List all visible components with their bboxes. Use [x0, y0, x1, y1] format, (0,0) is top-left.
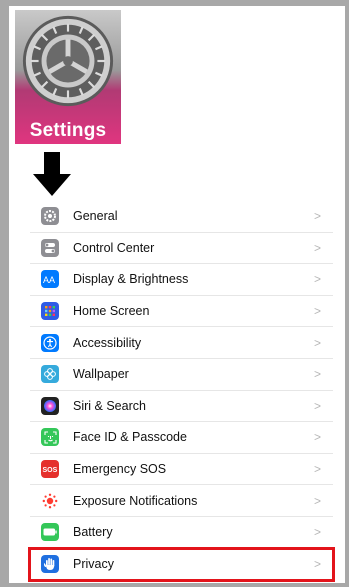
app-icon-label: Settings: [29, 120, 107, 141]
siri-icon: [41, 396, 59, 415]
settings-row-label: Emergency SOS: [73, 462, 167, 477]
chevron-right-icon: >: [313, 462, 321, 477]
settings-app-icon[interactable]: Settings: [15, 10, 121, 144]
settings-row-battery[interactable]: Battery >: [30, 517, 333, 549]
settings-row-label: Accessibility: [73, 335, 142, 350]
settings-row-control-center[interactable]: Control Center >: [30, 233, 333, 265]
sos-icon: SOS: [41, 460, 59, 479]
grid-icon: [41, 302, 59, 321]
settings-row-face-id[interactable]: Face ID & Passcode >: [30, 422, 333, 454]
settings-row-privacy[interactable]: Privacy >: [28, 546, 335, 583]
chevron-right-icon: >: [313, 209, 321, 224]
exposure-icon: [41, 491, 59, 510]
chevron-right-icon: >: [313, 556, 321, 571]
settings-row-emergency-sos[interactable]: SOS Emergency SOS >: [30, 454, 333, 486]
chevron-right-icon: >: [313, 525, 321, 540]
face-id-icon: [41, 428, 59, 447]
flower-icon: [41, 365, 59, 384]
chevron-right-icon: >: [313, 240, 321, 255]
settings-row-label: Home Screen: [73, 304, 150, 319]
battery-icon: [41, 523, 59, 542]
settings-row-label: Display & Brightness: [73, 272, 189, 287]
chevron-right-icon: >: [313, 367, 321, 382]
settings-row-label: Siri & Search: [73, 398, 146, 413]
settings-row-label: Wallpaper: [73, 367, 129, 382]
chevron-right-icon: >: [313, 335, 321, 350]
settings-row-general[interactable]: General >: [30, 201, 333, 233]
arrow-down-icon: [33, 152, 71, 196]
svg-text:AA: AA: [43, 275, 55, 284]
settings-row-accessibility[interactable]: Accessibility >: [30, 327, 333, 359]
settings-row-label: Exposure Notifications: [73, 493, 198, 508]
settings-row-label: Face ID & Passcode: [73, 430, 187, 445]
settings-row-label: Control Center: [73, 240, 155, 255]
chevron-right-icon: >: [313, 398, 321, 413]
text-size-icon: AA: [41, 270, 59, 289]
chevron-right-icon: >: [313, 304, 321, 319]
settings-list: General > Control Center > AA Display & …: [28, 201, 335, 583]
settings-row-wallpaper[interactable]: Wallpaper >: [30, 359, 333, 391]
settings-row-exposure-notifications[interactable]: Exposure Notifications >: [30, 485, 333, 517]
settings-row-home-screen[interactable]: Home Screen >: [30, 296, 333, 328]
settings-row-label: General: [73, 209, 118, 224]
hand-icon: [41, 554, 59, 573]
gear-icon: [41, 207, 59, 226]
gear-icon: [22, 15, 114, 107]
toggles-icon: [41, 238, 59, 257]
settings-row-label: Privacy: [73, 556, 114, 571]
settings-row-display-brightness[interactable]: AA Display & Brightness >: [30, 264, 333, 296]
accessibility-icon: [41, 333, 59, 352]
settings-row-label: Battery: [73, 525, 113, 540]
chevron-right-icon: >: [313, 493, 321, 508]
chevron-right-icon: >: [313, 430, 321, 445]
svg-text:SOS: SOS: [43, 467, 58, 474]
settings-row-siri-search[interactable]: Siri & Search >: [30, 391, 333, 423]
chevron-right-icon: >: [313, 272, 321, 287]
